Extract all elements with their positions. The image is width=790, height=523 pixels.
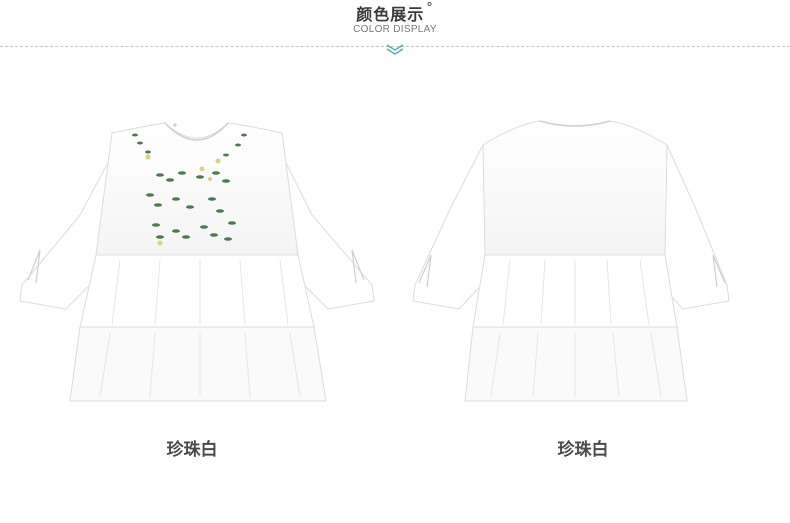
double-chevron-down-icon [386,44,404,55]
section-subtitle: COLOR DISPLAY [353,24,437,35]
blouse-back-image [412,120,730,402]
title-mark: ° [426,1,434,16]
section-title: 颜色展示 ° [356,1,434,24]
section-header: 颜色展示 ° COLOR DISPLAY [0,0,790,60]
color-name-caption-back: 珍珠白 [557,440,609,460]
color-name-caption-front: 珍珠白 [166,440,218,460]
blouse-front-image [19,122,375,402]
